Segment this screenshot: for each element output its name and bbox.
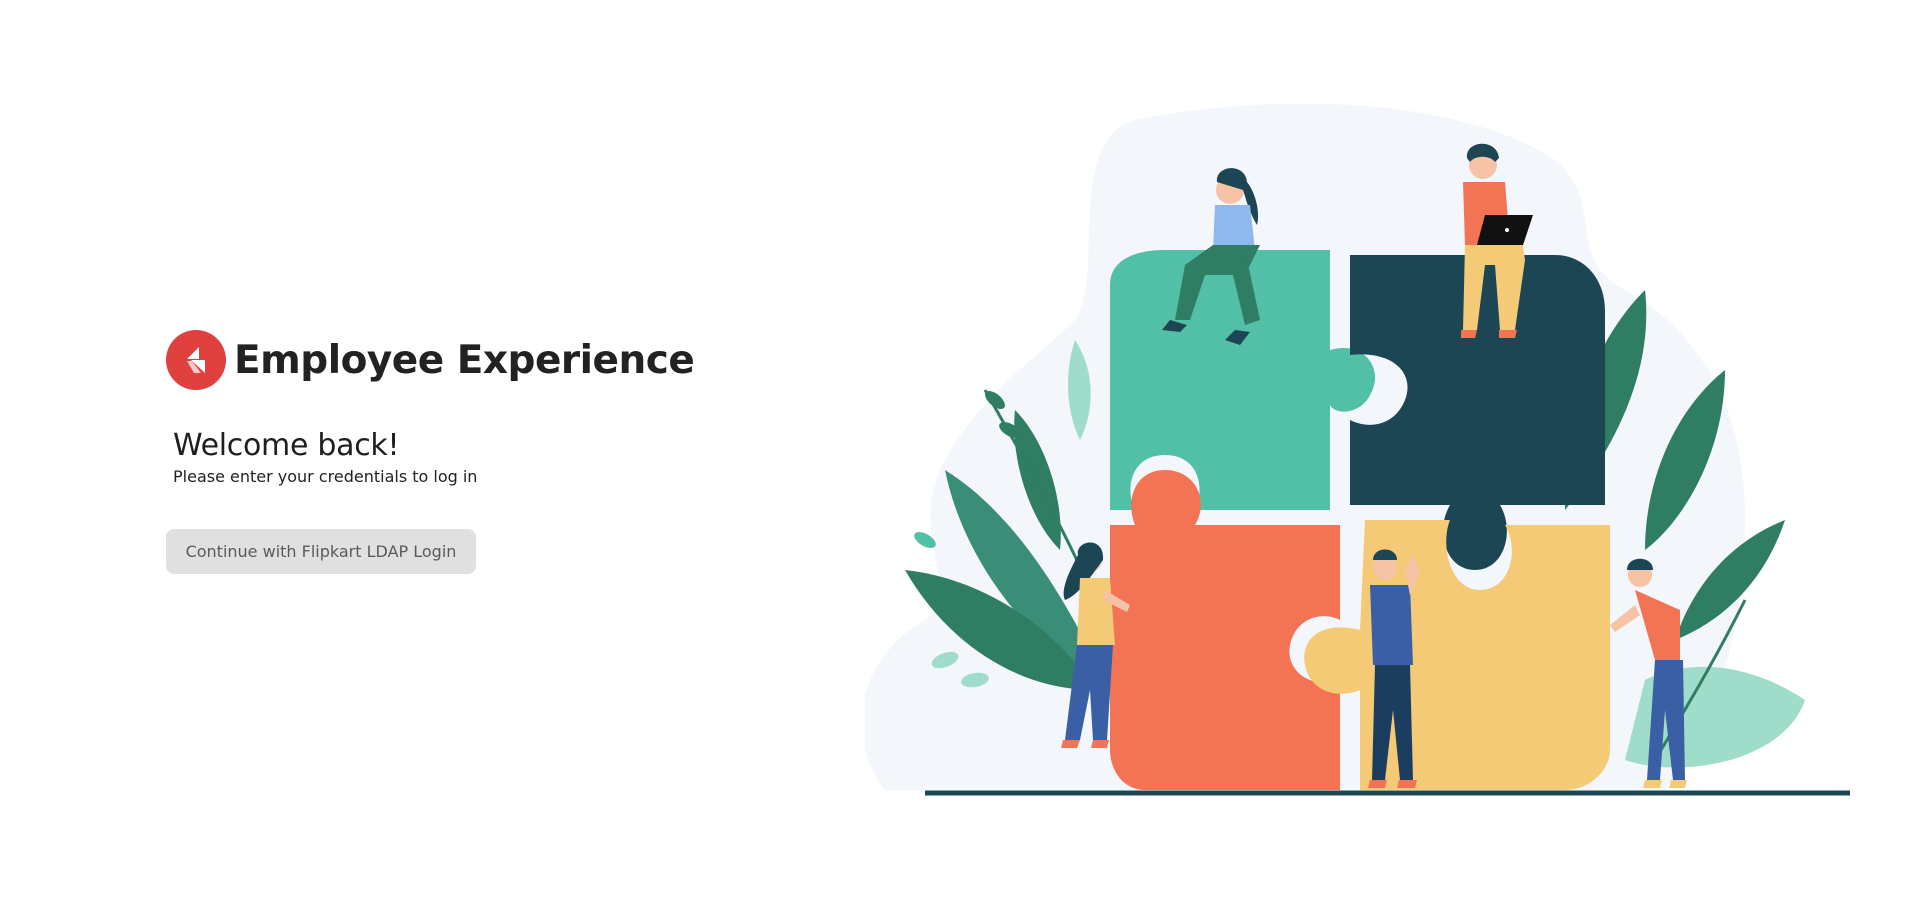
brand-header: Employee Experience	[166, 330, 726, 390]
login-panel: Employee Experience Welcome back! Please…	[166, 330, 726, 574]
ldap-login-button-label: Continue with Flipkart LDAP Login	[185, 542, 457, 561]
flipkart-logo-icon	[166, 330, 226, 390]
login-page: Employee Experience Welcome back! Please…	[0, 0, 1910, 910]
team-puzzle-illustration	[861, 100, 1865, 800]
ldap-login-button[interactable]: Continue with Flipkart LDAP Login	[166, 529, 476, 574]
app-title: Employee Experience	[234, 337, 695, 383]
welcome-heading: Welcome back!	[173, 428, 400, 463]
welcome-section: Welcome back! Please enter your credenti…	[173, 428, 726, 486]
welcome-subtext: Please enter your credentials to log in	[173, 467, 478, 486]
